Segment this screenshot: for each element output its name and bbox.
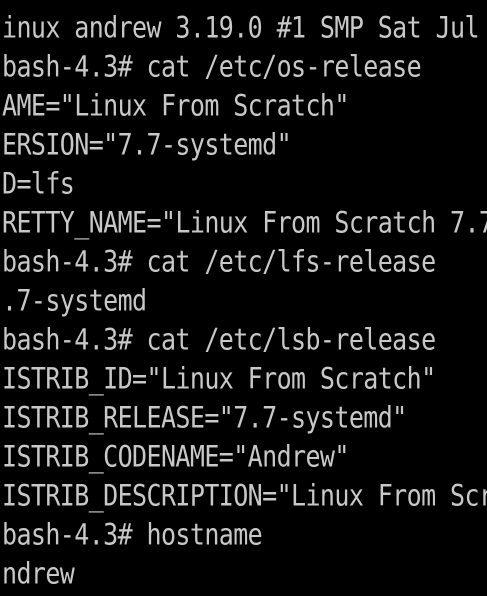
terminal-screen[interactable]: inux andrew 3.19.0 #1 SMP Sat Jul bash-4…: [0, 0, 487, 596]
terminal-line-output: ndrew: [2, 556, 75, 591]
